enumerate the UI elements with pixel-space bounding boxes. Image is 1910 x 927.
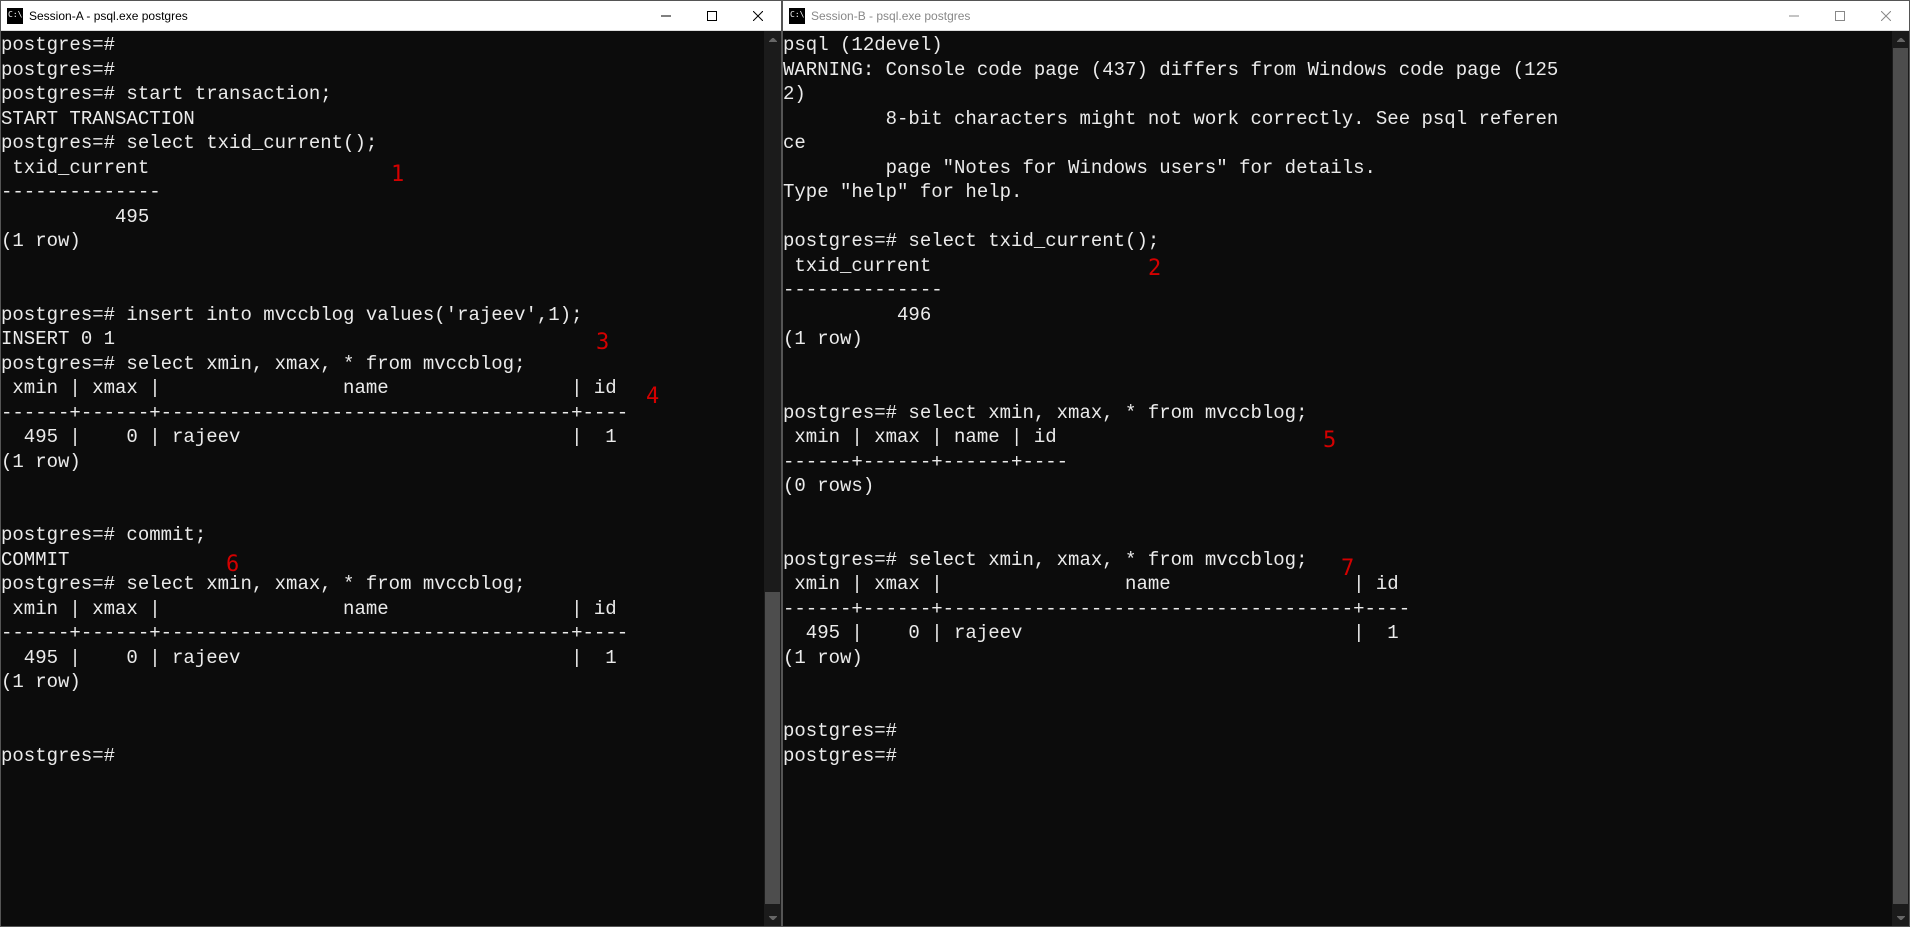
maximize-button[interactable] — [1817, 1, 1863, 30]
scroll-up-icon[interactable] — [764, 31, 781, 48]
close-button[interactable] — [735, 1, 781, 30]
step-annotation-6: 6 — [226, 553, 239, 578]
scroll-down-icon[interactable] — [764, 909, 781, 926]
step-annotation-4: 4 — [646, 385, 659, 410]
terminal-a[interactable]: postgres=# postgres=# postgres=# start t… — [1, 31, 781, 926]
cmd-icon — [789, 8, 805, 24]
step-annotation-5: 5 — [1323, 429, 1336, 454]
scrollbar-a[interactable] — [764, 31, 781, 926]
session-b-window: Session-B - psql.exe postgres psql (12de… — [782, 0, 1910, 927]
terminal-b[interactable]: psql (12devel) WARNING: Console code pag… — [783, 31, 1909, 926]
window-title-b: Session-B - psql.exe postgres — [811, 9, 1771, 23]
step-annotation-3: 3 — [596, 331, 609, 356]
scroll-down-icon[interactable] — [1892, 909, 1909, 926]
cmd-icon — [7, 8, 23, 24]
scrollbar-b[interactable] — [1892, 31, 1909, 926]
window-controls-b — [1771, 1, 1909, 30]
window-title-a: Session-A - psql.exe postgres — [29, 9, 643, 23]
scroll-thumb-a[interactable] — [765, 592, 780, 904]
titlebar-b[interactable]: Session-B - psql.exe postgres — [783, 1, 1909, 31]
terminal-b-content: psql (12devel) WARNING: Console code pag… — [783, 33, 1558, 768]
minimize-button[interactable] — [643, 1, 689, 30]
window-controls-a — [643, 1, 781, 30]
scroll-up-icon[interactable] — [1892, 31, 1909, 48]
step-annotation-7: 7 — [1341, 557, 1354, 582]
maximize-button[interactable] — [689, 1, 735, 30]
step-annotation-1: 1 — [391, 163, 404, 188]
terminal-a-content: postgres=# postgres=# postgres=# start t… — [1, 33, 628, 768]
scroll-thumb-b[interactable] — [1893, 48, 1908, 904]
session-a-window: Session-A - psql.exe postgres postgres=#… — [0, 0, 782, 927]
close-button[interactable] — [1863, 1, 1909, 30]
minimize-button[interactable] — [1771, 1, 1817, 30]
step-annotation-2: 2 — [1148, 257, 1161, 282]
titlebar-a[interactable]: Session-A - psql.exe postgres — [1, 1, 781, 31]
